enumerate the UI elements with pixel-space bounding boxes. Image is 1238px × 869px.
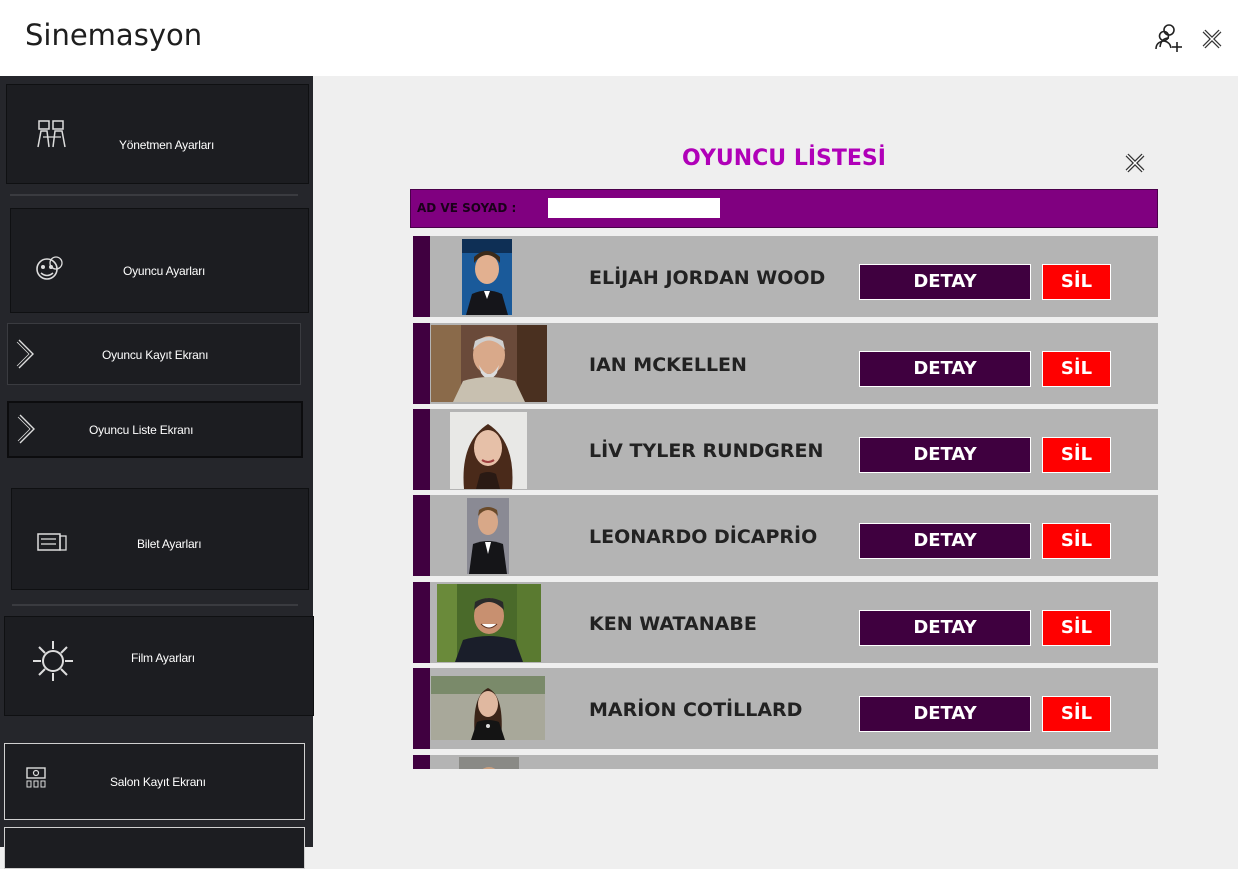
row-accent-stripe	[413, 409, 430, 490]
list-item: MARİON COTİLLARD DETAY SİL	[413, 668, 1158, 749]
delete-button[interactable]: SİL	[1042, 523, 1111, 559]
actor-photo	[431, 325, 547, 402]
app-title: Sinemasyon	[25, 18, 203, 52]
list-item: KEN WATANABE DETAY SİL	[413, 582, 1158, 663]
actor-photo	[467, 498, 509, 574]
close-icon[interactable]	[1194, 20, 1230, 56]
sidebar-item-ticket-settings[interactable]: Bilet Ayarları	[11, 488, 309, 590]
list-item: IAN MCKELLEN DETAY SİL	[413, 323, 1158, 404]
director-icon	[35, 119, 69, 154]
chevron-right-icon	[17, 413, 37, 450]
search-bar: AD VE SOYAD :	[410, 189, 1158, 228]
sidebar: Yönetmen Ayarları Oyuncu Ayarları Oyuncu…	[0, 76, 314, 869]
detail-button[interactable]: DETAY	[859, 696, 1031, 732]
delete-button[interactable]: SİL	[1042, 437, 1111, 473]
sidebar-label-ticket-settings: Bilet Ayarları	[137, 537, 202, 551]
actor-name: IAN MCKELLEN	[589, 354, 747, 376]
sidebar-label-film-settings: Film Ayarları	[131, 651, 195, 665]
detail-button[interactable]: DETAY	[859, 523, 1031, 559]
list-item	[413, 755, 1158, 769]
search-label: AD VE SOYAD :	[417, 201, 517, 215]
sidebar-label-director-settings: Yönetmen Ayarları	[119, 138, 215, 152]
panel-title: OYUNCU LİSTESİ	[682, 146, 886, 171]
actor-list: ELİJAH JORDAN WOOD DETAY SİL IAN MCKELLE…	[413, 236, 1158, 769]
delete-button[interactable]: SİL	[1042, 610, 1111, 646]
add-user-icon[interactable]	[1152, 20, 1188, 56]
sidebar-item-next[interactable]	[4, 827, 305, 869]
row-accent-stripe	[413, 495, 430, 576]
search-input[interactable]	[548, 198, 720, 218]
ticket-icon	[36, 531, 68, 558]
row-accent-stripe	[413, 236, 430, 317]
actor-photo	[431, 676, 545, 740]
sidebar-label-actor-settings: Oyuncu Ayarları	[123, 264, 206, 278]
actor-name: KEN WATANABE	[589, 613, 757, 635]
actor-name: LİV TYLER RUNDGREN	[589, 440, 824, 462]
sidebar-label-actor-list: Oyuncu Liste Ekranı	[89, 423, 194, 437]
sidebar-item-film-settings[interactable]: Film Ayarları	[4, 616, 314, 716]
divider	[12, 604, 298, 606]
actor-photo	[450, 412, 527, 489]
gear-icon	[31, 639, 75, 688]
panel-close-icon[interactable]	[1122, 150, 1148, 176]
detail-button[interactable]: DETAY	[859, 264, 1031, 300]
delete-button[interactable]: SİL	[1042, 351, 1111, 387]
sidebar-item-director-settings[interactable]: Yönetmen Ayarları	[6, 84, 309, 184]
divider	[10, 194, 298, 196]
sidebar-item-actor-register[interactable]: Oyuncu Kayıt Ekranı	[7, 323, 301, 385]
actor-photo	[459, 757, 519, 769]
detail-button[interactable]: DETAY	[859, 351, 1031, 387]
detail-button[interactable]: DETAY	[859, 437, 1031, 473]
row-accent-stripe	[413, 668, 430, 749]
actor-photo	[437, 584, 541, 662]
actor-name: LEONARDO DİCAPRİO	[589, 526, 818, 548]
delete-button[interactable]: SİL	[1042, 696, 1111, 732]
sidebar-item-hall-register[interactable]: Salon Kayıt Ekranı	[4, 743, 305, 820]
list-item: LİV TYLER RUNDGREN DETAY SİL	[413, 409, 1158, 490]
row-accent-stripe	[413, 755, 430, 769]
sidebar-item-actor-settings[interactable]: Oyuncu Ayarları	[10, 208, 309, 313]
sidebar-label-hall-register: Salon Kayıt Ekranı	[110, 775, 206, 789]
chevron-right-icon	[16, 338, 36, 375]
row-accent-stripe	[413, 323, 430, 404]
actor-name: MARİON COTİLLARD	[589, 699, 803, 721]
title-bar: Sinemasyon	[0, 0, 1238, 76]
actor-photo	[462, 239, 512, 315]
sidebar-item-actor-list[interactable]: Oyuncu Liste Ekranı	[7, 401, 303, 458]
list-item: ELİJAH JORDAN WOOD DETAY SİL	[413, 236, 1158, 317]
actor-name: ELİJAH JORDAN WOOD	[589, 267, 826, 289]
list-item: LEONARDO DİCAPRİO DETAY SİL	[413, 495, 1158, 576]
detail-button[interactable]: DETAY	[859, 610, 1031, 646]
cinema-hall-icon	[25, 766, 47, 795]
sidebar-label-actor-register: Oyuncu Kayıt Ekranı	[102, 348, 209, 362]
actor-masks-icon	[33, 255, 67, 292]
delete-button[interactable]: SİL	[1042, 264, 1111, 300]
row-accent-stripe	[413, 582, 430, 663]
